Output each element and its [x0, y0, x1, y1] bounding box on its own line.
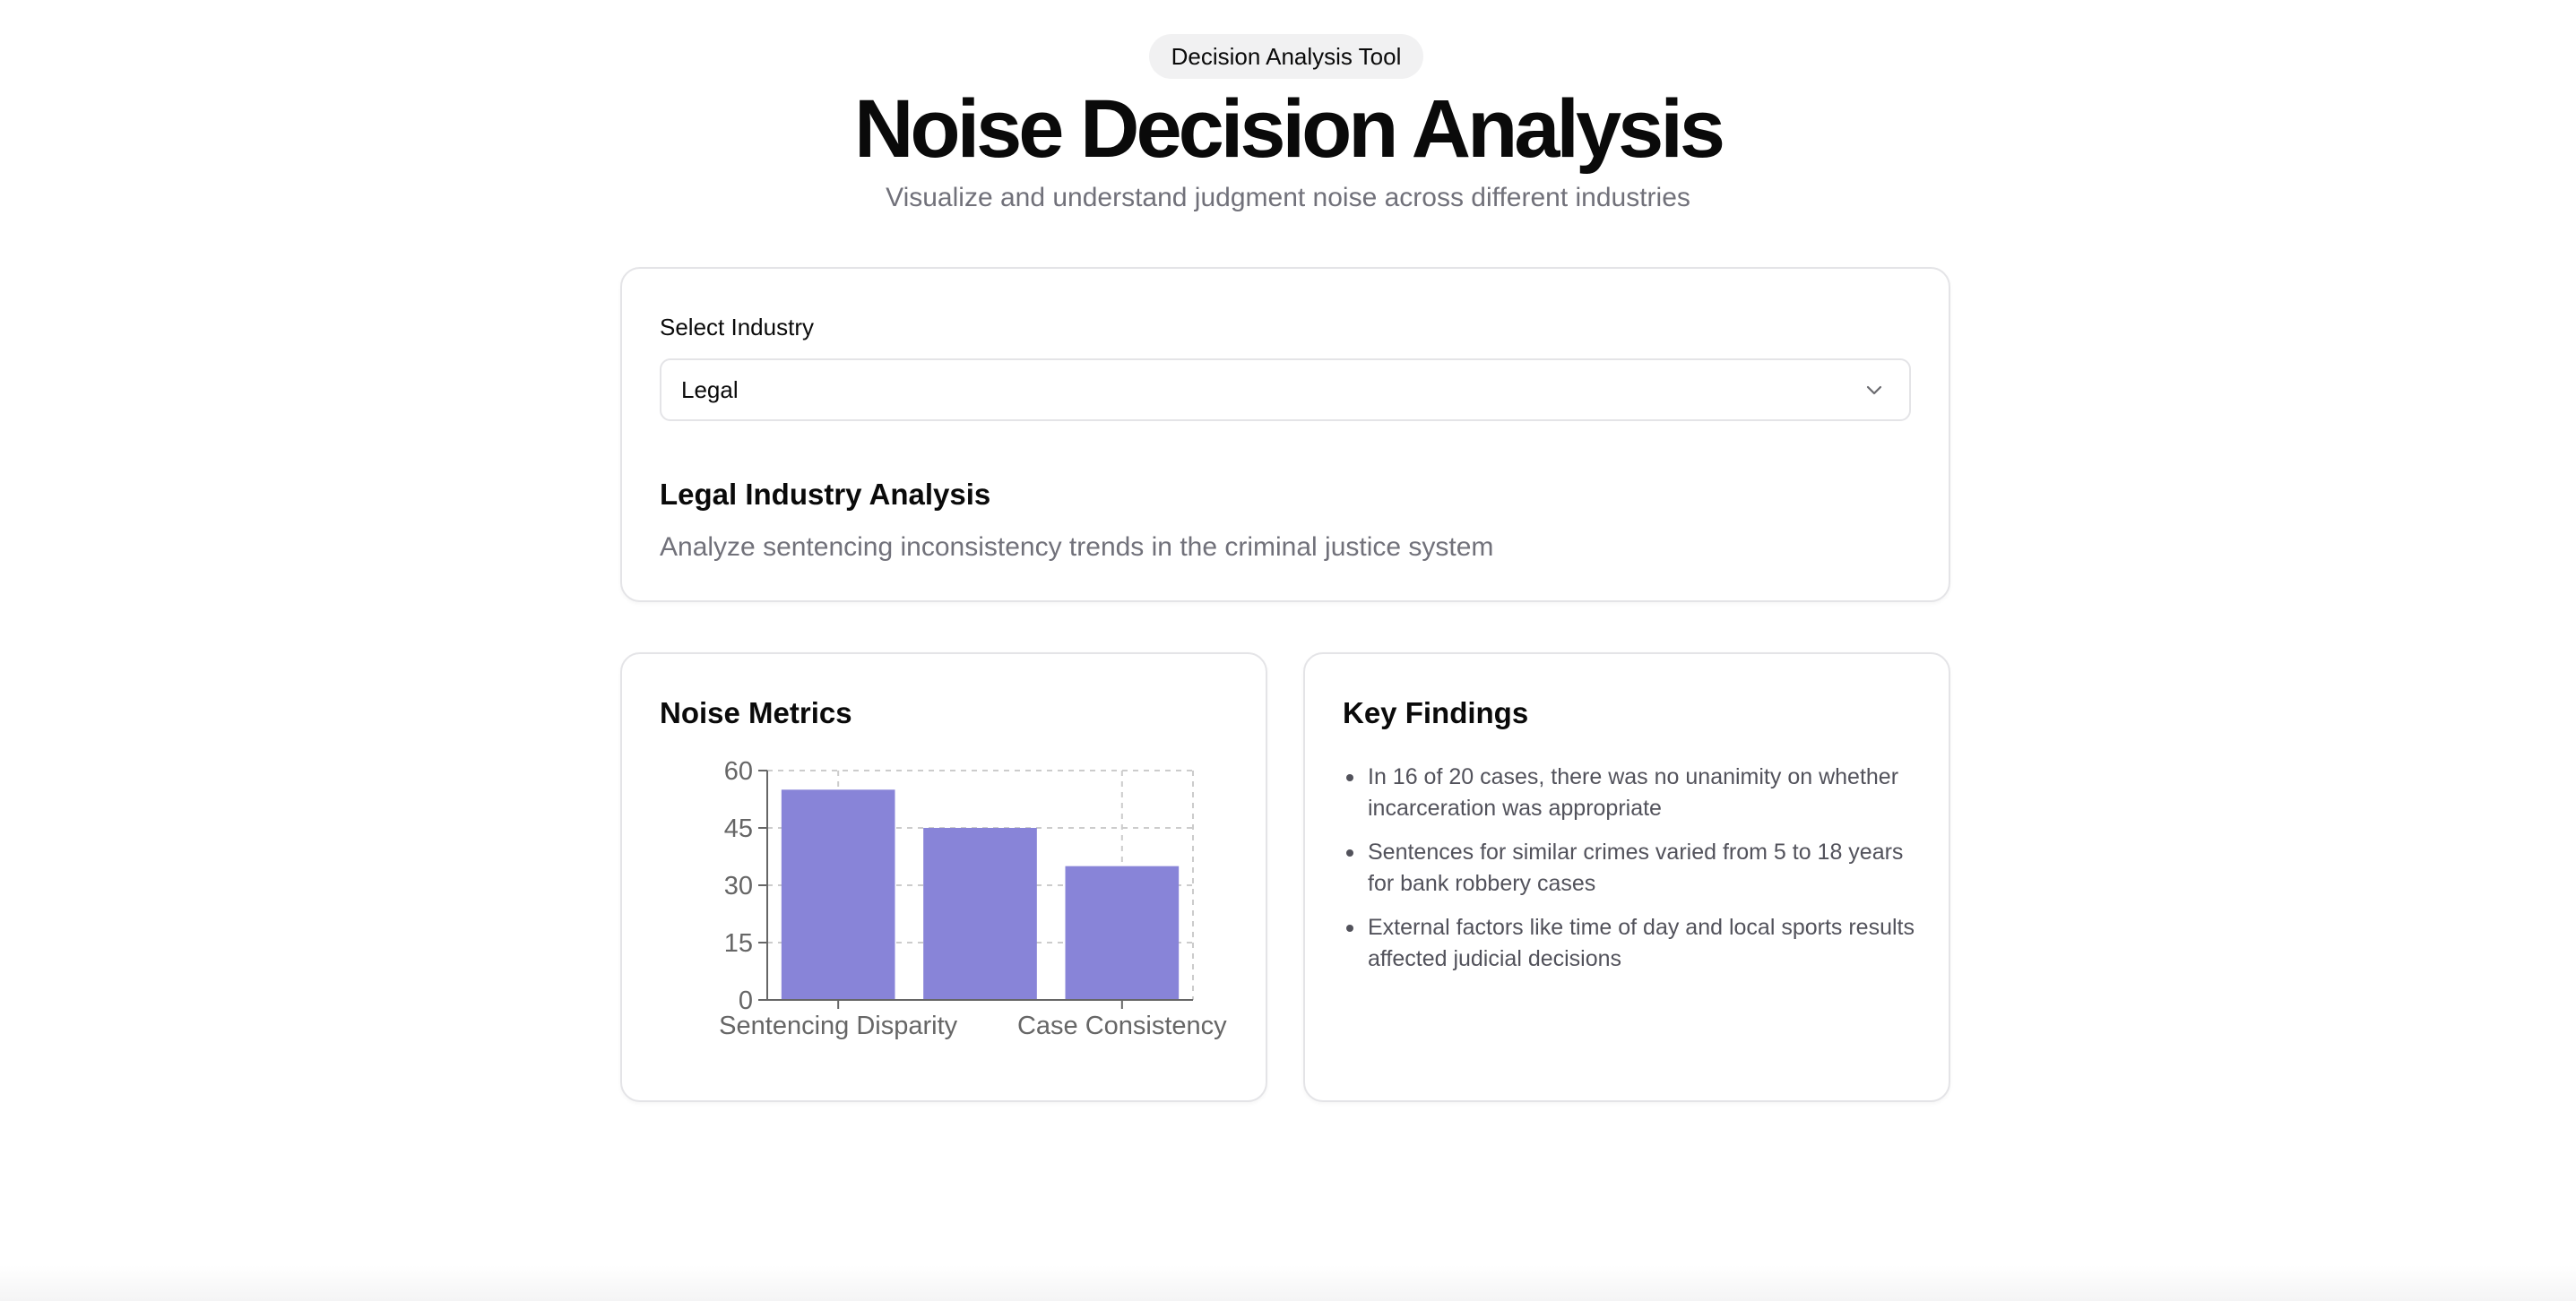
tool-badge: Decision Analysis Tool — [1149, 34, 1423, 79]
bar — [923, 828, 1037, 1000]
industry-select-label: Select Industry — [660, 314, 814, 340]
key-findings-list: In 16 of 20 cases, there was no unanimit… — [1343, 762, 1916, 987]
bar — [781, 789, 895, 1000]
finding-item: External factors like time of day and lo… — [1343, 912, 1916, 975]
finding-item: Sentences for similar crimes varied from… — [1343, 837, 1916, 900]
page-subtitle: Visualize and understand judgment noise … — [886, 183, 1690, 212]
noise-metrics-card: Noise Metrics 0 15 30 45 60 Sentencing Dispar… — [620, 652, 1267, 1102]
page-title: Noise Decision Analysis — [853, 83, 1725, 175]
y-tick-label: 30 — [724, 872, 753, 900]
x-tick-label: Case Consistency — [1017, 1012, 1227, 1040]
analysis-heading: Legal Industry Analysis — [660, 478, 991, 511]
industry-select-value: Legal — [681, 376, 739, 403]
y-tick-label: 15 — [724, 929, 753, 958]
key-findings-card: Key Findings In 16 of 20 cases, there wa… — [1303, 652, 1950, 1102]
industry-card: Select Industry Legal Legal Industry Ana… — [620, 267, 1950, 602]
x-tick-label: Sentencing Disparity — [719, 1012, 957, 1040]
bar — [1065, 866, 1180, 1000]
industry-select[interactable]: Legal — [660, 358, 1911, 421]
finding-item: In 16 of 20 cases, there was no unanimit… — [1343, 762, 1916, 824]
y-tick-label: 45 — [724, 814, 753, 843]
chevron-down-icon — [1866, 385, 1882, 395]
bottom-fade — [0, 1265, 2576, 1301]
key-findings-heading: Key Findings — [1343, 696, 1529, 729]
y-tick-label: 60 — [724, 757, 753, 786]
analysis-description: Analyze sentencing inconsistency trends … — [660, 532, 1494, 562]
noise-metrics-chart: 015304560Sentencing Disparity Case Consis… — [719, 757, 1227, 1040]
